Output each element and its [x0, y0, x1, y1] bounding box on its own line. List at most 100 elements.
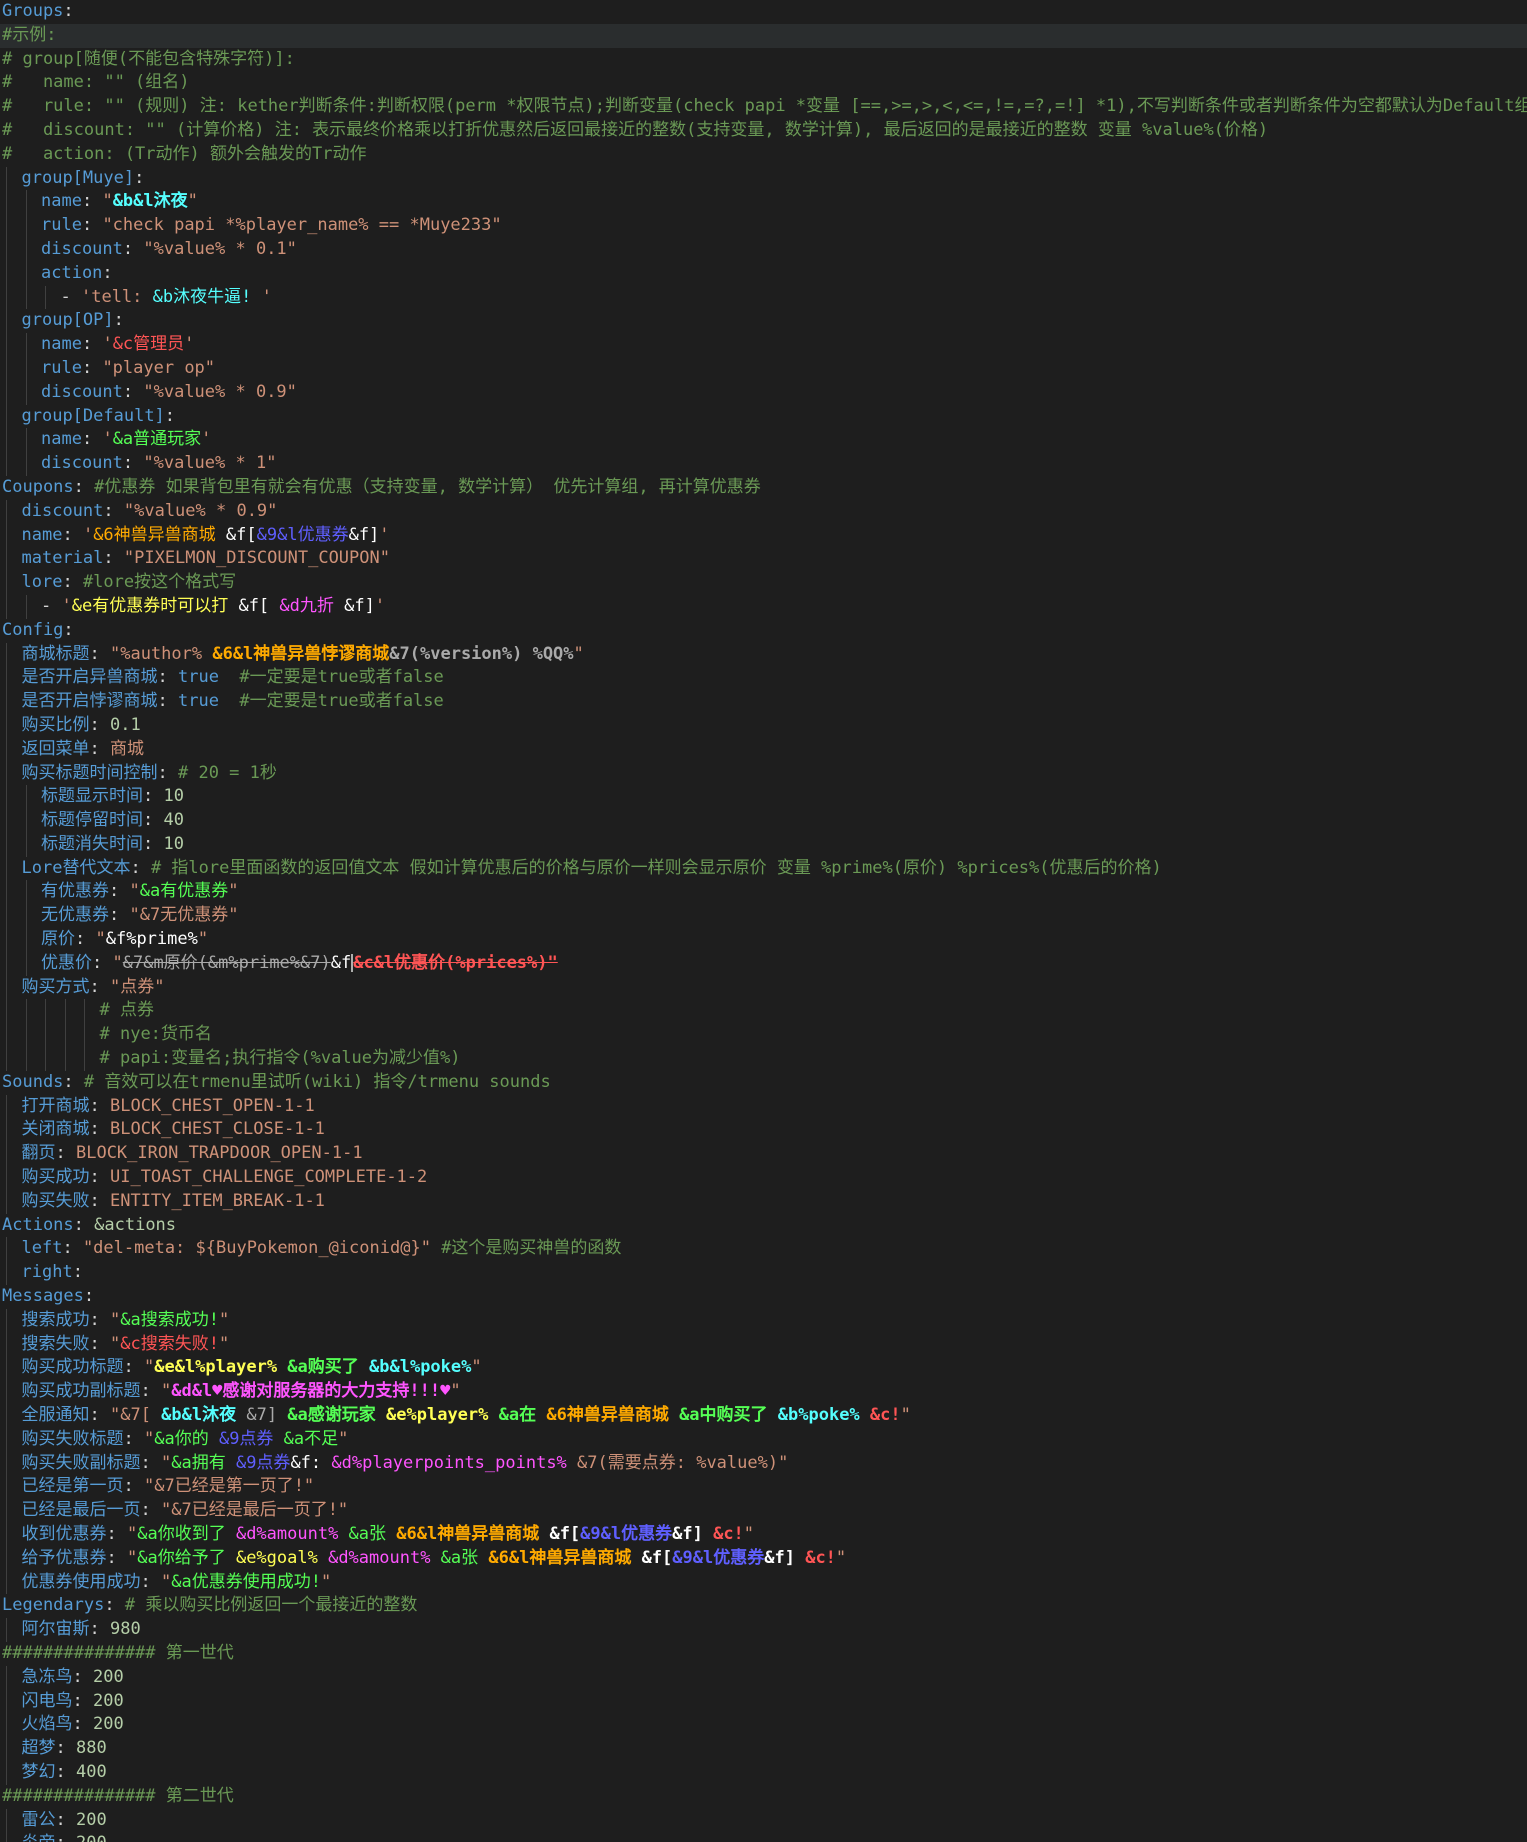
code-line[interactable]: 打开商城: BLOCK_CHEST_OPEN-1-1 [0, 1094, 1527, 1119]
code-line[interactable]: # name: "" (组名) [0, 71, 1527, 95]
code-line[interactable]: 是否开启异兽商城: true #一定要是true或者false [0, 666, 1527, 691]
code-line[interactable]: 优惠价: "&7&m原价(&m%prime%&7)&f &c&l优惠价(%pric… [0, 951, 1527, 976]
code-line[interactable]: 标题停留时间: 40 [0, 809, 1527, 833]
code-line[interactable]: 购买标题时间控制: # 20 = 1秒 [0, 761, 1527, 786]
code-line[interactable]: group[Default]: [0, 404, 1527, 429]
code-line[interactable]: 超梦: 880 [0, 1737, 1527, 1761]
code-line[interactable]: group[Muye]: [0, 166, 1527, 191]
code-line[interactable]: 购买成功: UI_TOAST_CHALLENGE_COMPLETE-1-2 [0, 1166, 1527, 1190]
code-line[interactable]: discount: "%value% * 0.9" [0, 499, 1527, 524]
code-line[interactable]: Messages: [0, 1285, 1527, 1309]
code-line[interactable]: rule: "check papi *%player_name% == *Muy… [0, 214, 1527, 238]
code-line[interactable]: 标题消失时间: 10 [0, 832, 1527, 857]
code-line[interactable]: name: '&c管理员' [0, 333, 1527, 357]
code-line[interactable]: 梦幻: 400 [0, 1760, 1527, 1785]
code-line[interactable]: 购买方式: "点券" [0, 975, 1527, 1000]
code-line[interactable]: # rule: "" (规则) 注: kether判断条件:判断权限(perm … [0, 95, 1527, 119]
code-line[interactable]: 闪电鸟: 200 [0, 1689, 1527, 1714]
code-line[interactable]: 翻页: BLOCK_IRON_TRAPDOOR_OPEN-1-1 [0, 1142, 1527, 1167]
code-line[interactable]: #示例: [0, 23, 1527, 48]
code-line[interactable]: discount: "%value% * 0.1" [0, 237, 1527, 262]
code-token: &b&l%poke% [369, 1357, 472, 1378]
code-line[interactable]: 购买失败: ENTITY_ITEM_BREAK-1-1 [0, 1189, 1527, 1214]
indent-guide [6, 523, 7, 548]
code-line[interactable]: lore: #lore按这个格式写 [0, 571, 1527, 595]
code-token: ' [82, 524, 94, 545]
code-line[interactable]: name: '&a普通玩家' [0, 428, 1527, 453]
code-line[interactable]: 无优惠券: "&7无优惠券" [0, 904, 1527, 929]
code-token: 火焰鸟 [21, 1714, 73, 1735]
code-token: &a你收到了 [137, 1524, 236, 1544]
code-line[interactable]: name: '&6神兽异兽商城 &f[&9&l优惠券&f]' [0, 523, 1527, 548]
code-line[interactable]: Config: [0, 619, 1527, 643]
code-token: # 点券 [99, 1000, 154, 1021]
code-token: 急冻鸟 [21, 1666, 73, 1687]
code-line[interactable]: 优惠券使用成功: "&a优惠券使用成功!" [0, 1570, 1527, 1595]
code-line[interactable]: 购买失败副标题: "&a拥有 &9点券&f: &d%playerpoints_p… [0, 1451, 1527, 1476]
code-token: : [143, 810, 164, 831]
code-line[interactable]: material: "PIXELMON_DISCOUNT_COUPON" [0, 547, 1527, 572]
code-token: 200 [92, 1666, 124, 1687]
code-line[interactable]: 购买成功标题: "&e&l%player% &a购买了 &b&l%poke%" [0, 1356, 1527, 1381]
code-line[interactable]: left: "del-meta: ${BuyPokemon_@iconid@}"… [0, 1237, 1527, 1262]
indent-guide [6, 1713, 7, 1738]
code-line[interactable]: 原价: "&f%prime%" [0, 928, 1527, 952]
code-line[interactable]: # action: (Tr动作) 额外会触发的Tr动作 [0, 143, 1527, 167]
code-line[interactable]: 全服通知: "&7[ &b&l沐夜 &7] &a感谢玩家 &e%player% … [0, 1404, 1527, 1428]
code-token: : [55, 1143, 76, 1164]
code-line[interactable]: 返回菜单: 商城 [0, 737, 1527, 762]
code-line[interactable]: 购买成功副标题: "&d&l♥感谢对服务器的大力支持!!!♥" [0, 1380, 1527, 1405]
code-line[interactable]: # 点券 [0, 999, 1527, 1024]
code-line[interactable]: # papi:变量名;执行指令(%value为减少值%) [0, 1047, 1527, 1071]
code-line[interactable]: 已经是第一页: "&7已经是第一页了!" [0, 1475, 1527, 1500]
code-line[interactable]: Actions: &actions [0, 1214, 1527, 1238]
code-line[interactable]: 急冻鸟: 200 [0, 1665, 1527, 1690]
indent-guide [6, 214, 7, 238]
code-line[interactable]: 火焰鸟: 200 [0, 1713, 1527, 1738]
code-line[interactable]: 阿尔宙斯: 980 [0, 1618, 1527, 1642]
code-token: &b沐夜牛逼! [152, 286, 262, 307]
code-line[interactable]: right: [0, 1261, 1527, 1286]
code-line[interactable]: Coupons: #优惠券 如果背包里有就会有优惠（支持变量, 数学计算） 优先… [0, 476, 1527, 500]
code-line[interactable]: 标题显示时间: 10 [0, 785, 1527, 810]
code-token: : [81, 429, 103, 450]
code-line[interactable]: group[OP]: [0, 309, 1527, 334]
code-line[interactable]: name: "&b&l沐夜" [0, 190, 1527, 215]
code-token: BLOCK_IRON_TRAPDOOR_OPEN-1-1 [75, 1143, 363, 1164]
code-line[interactable]: ############### 第一世代 [0, 1642, 1527, 1666]
indent-guide [6, 380, 7, 405]
code-line[interactable]: 搜索成功: "&a搜索成功!" [0, 1308, 1527, 1333]
code-line[interactable]: ############### 第二世代 [0, 1785, 1527, 1809]
code-line[interactable]: 有优惠券: "&a有优惠券" [0, 880, 1527, 905]
code-line[interactable]: Legendarys: # 乘以购买比例返回一个最接近的整数 [0, 1594, 1527, 1618]
code-line[interactable]: # nye:货币名 [0, 1023, 1527, 1048]
code-line[interactable]: 已经是最后一页: "&7已经是最后一页了!" [0, 1499, 1527, 1523]
code-line[interactable]: 关闭商城: BLOCK_CHEST_CLOSE-1-1 [0, 1118, 1527, 1143]
code-line[interactable]: 雷公: 200 [0, 1808, 1527, 1833]
code-line[interactable]: Sounds: # 音效可以在trmenu里试听(wiki) 指令/trmenu… [0, 1071, 1527, 1095]
code-line[interactable]: 炎帝: 200 [0, 1832, 1527, 1842]
code-line[interactable]: 商城标题: "%author% &6&l神兽异兽悖谬商城&7(%version%… [0, 642, 1527, 667]
code-line[interactable]: rule: "player op" [0, 356, 1527, 381]
code-token: #优惠券 如果背包里有就会有优惠（支持变量, 数学计算） 优先计算组, 再计算优… [94, 476, 761, 497]
code-line[interactable]: 购买比例: 0.1 [0, 713, 1527, 738]
code-line[interactable]: discount: "%value% * 0.9" [0, 380, 1527, 405]
indent-guide [6, 333, 7, 357]
code-editor[interactable]: Groups: #示例: # group[随便(不能包含特殊字符)]: # name:… [0, 0, 1527, 1842]
code-line[interactable]: 给予优惠券: "&a你给予了 &e%goal% &d%amount% &a张 &… [0, 1546, 1527, 1571]
code-token: 炎帝 [22, 1833, 56, 1842]
code-line[interactable]: # group[随便(不能包含特殊字符)]: [0, 48, 1527, 72]
code-token: #一定要是true或者false [218, 691, 444, 712]
code-line[interactable]: # discount: "" (计算价格) 注: 表示最终价格乘以打折优惠然后返… [0, 119, 1527, 143]
code-line[interactable]: 搜索失败: "&c搜索失败!" [0, 1332, 1527, 1357]
code-line[interactable]: - '&e有优惠券时可以打 &f[ &d九折 &f]' [0, 594, 1527, 619]
code-line[interactable]: action: [0, 261, 1527, 286]
code-token: " [109, 1309, 121, 1330]
code-line[interactable]: 购买失败标题: "&a你的 &9点券 &a不足" [0, 1427, 1527, 1452]
code-line[interactable]: discount: "%value% * 1" [0, 452, 1527, 476]
code-line[interactable]: Groups: [0, 0, 1527, 24]
code-line[interactable]: - 'tell: &b沐夜牛逼! ' [0, 285, 1527, 310]
code-line[interactable]: 是否开启悖谬商城: true #一定要是true或者false [0, 690, 1527, 714]
code-line[interactable]: 收到优惠券: "&a你收到了 &d%amount% &a张 &6&l神兽异兽商城… [0, 1523, 1527, 1547]
code-line[interactable]: Lore替代文本: # 指lore里面函数的返回值文本 假如计算优惠后的价格与原… [0, 856, 1527, 881]
